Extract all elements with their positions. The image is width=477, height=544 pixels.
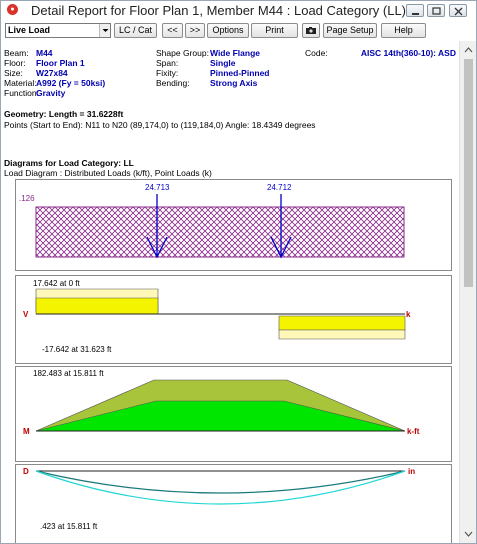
- geometry-length: Geometry: Length = 31.6228ft: [4, 109, 124, 119]
- title-bar: ● Detail Report for Floor Plan 1, Member…: [1, 1, 476, 19]
- app-icon[interactable]: ●: [7, 4, 18, 15]
- window-title: Detail Report for Floor Plan 1, Member M…: [31, 3, 407, 18]
- page-setup-button[interactable]: Page Setup: [323, 23, 377, 38]
- maximize-button[interactable]: [427, 4, 445, 17]
- span-label: Span:: [156, 58, 179, 68]
- maximize-icon: [432, 7, 441, 15]
- geometry-points: Points (Start to End): N11 to N20 (89,17…: [4, 120, 316, 130]
- deflection-left-tag: D: [23, 467, 29, 476]
- chevron-down-icon[interactable]: [99, 24, 110, 37]
- diagrams-heading: Diagrams for Load Category: LL: [4, 158, 134, 168]
- beam-label: Beam:: [4, 48, 29, 58]
- point-load-2-value: 24.712: [267, 183, 292, 192]
- material-value: A992 (Fy = 50ksi): [36, 78, 106, 88]
- size-value: W27x84: [36, 68, 68, 78]
- beam-value: M44: [36, 48, 53, 58]
- code-label: Code:: [305, 48, 328, 58]
- fixity-value: Pinned-Pinned: [210, 68, 270, 78]
- load-category-value: Live Load: [8, 25, 51, 35]
- deflection-diagram-graphic: [35, 470, 406, 505]
- function-value: Gravity: [36, 88, 66, 98]
- moment-diagram-graphic: [35, 379, 406, 432]
- scrollbar-thumb[interactable]: [464, 59, 473, 287]
- size-label: Size:: [4, 68, 23, 78]
- shape-group-value: Wide Flange: [210, 48, 260, 58]
- deflection-max-label: .423 at 15.811 ft: [40, 522, 98, 531]
- shear-left-tag: V: [23, 310, 29, 319]
- span-value: Single: [210, 58, 236, 68]
- moment-left-tag: M: [23, 427, 30, 436]
- report-window: ● Detail Report for Floor Plan 1, Member…: [0, 0, 477, 544]
- report-content: Beam: M44 Floor: Floor Plan 1 Size: W27x…: [1, 41, 459, 543]
- moment-diagram: 182.483 at 15.811 ft M k-ft: [15, 366, 452, 462]
- minimize-icon: [412, 13, 419, 15]
- shear-negative-fill: [278, 315, 406, 331]
- material-label: Material:: [4, 78, 37, 88]
- help-button[interactable]: Help: [381, 23, 426, 38]
- shear-right-tag: k: [406, 310, 411, 319]
- load-diagram: 24.713 24.712 .126: [15, 179, 452, 271]
- deflection-curve-inner: [35, 470, 406, 494]
- shear-positive-fill: [35, 297, 159, 315]
- diagrams-subheading: Load Diagram : Distributed Loads (k/ft),…: [4, 168, 212, 178]
- close-button[interactable]: [449, 4, 467, 17]
- camera-icon: [306, 27, 316, 34]
- bending-value: Strong Axis: [210, 78, 258, 88]
- toolbar: Live Load LC / Cat << >> Options Print P…: [1, 20, 476, 40]
- distributed-load-area: [35, 206, 405, 258]
- deflection-right-tag: in: [408, 467, 416, 476]
- distributed-load-value: .126: [19, 194, 35, 203]
- close-icon: [454, 7, 463, 16]
- scroll-down-icon: [464, 531, 473, 537]
- shear-min-label: -17.642 at 31.623 ft: [42, 345, 112, 354]
- code-value: AISC 14th(360-10): ASD: [360, 48, 456, 58]
- options-button[interactable]: Options: [207, 23, 249, 38]
- point-load-1-value: 24.713: [145, 183, 170, 192]
- vertical-scrollbar[interactable]: [459, 41, 476, 543]
- bending-label: Bending:: [156, 78, 190, 88]
- load-diagram-graphic: [35, 194, 405, 259]
- camera-button[interactable]: [302, 23, 320, 38]
- moment-max-label: 182.483 at 15.811 ft: [33, 369, 104, 378]
- shear-negative-region: [278, 329, 406, 340]
- deflection-curve-outer: [35, 470, 406, 505]
- shear-max-label: 17.642 at 0 ft: [33, 279, 80, 288]
- shape-group-label: Shape Group:: [156, 48, 209, 58]
- previous-button[interactable]: <<: [162, 23, 183, 38]
- deflection-diagram: D in .423 at 15.811 ft: [15, 464, 452, 543]
- next-button[interactable]: >>: [185, 23, 205, 38]
- minimize-button[interactable]: [406, 4, 424, 17]
- shear-diagram: 17.642 at 0 ft -17.642 at 31.623 ft V k: [15, 275, 452, 364]
- floor-label: Floor:: [4, 58, 26, 68]
- print-button[interactable]: Print: [251, 23, 298, 38]
- load-category-select[interactable]: Live Load: [5, 23, 111, 38]
- lc-cat-button[interactable]: LC / Cat: [114, 23, 157, 38]
- moment-right-tag: k-ft: [407, 427, 420, 436]
- scroll-up-icon: [464, 47, 473, 53]
- function-label: Function:: [4, 88, 39, 98]
- floor-value: Floor Plan 1: [36, 58, 85, 68]
- fixity-label: Fixity:: [156, 68, 179, 78]
